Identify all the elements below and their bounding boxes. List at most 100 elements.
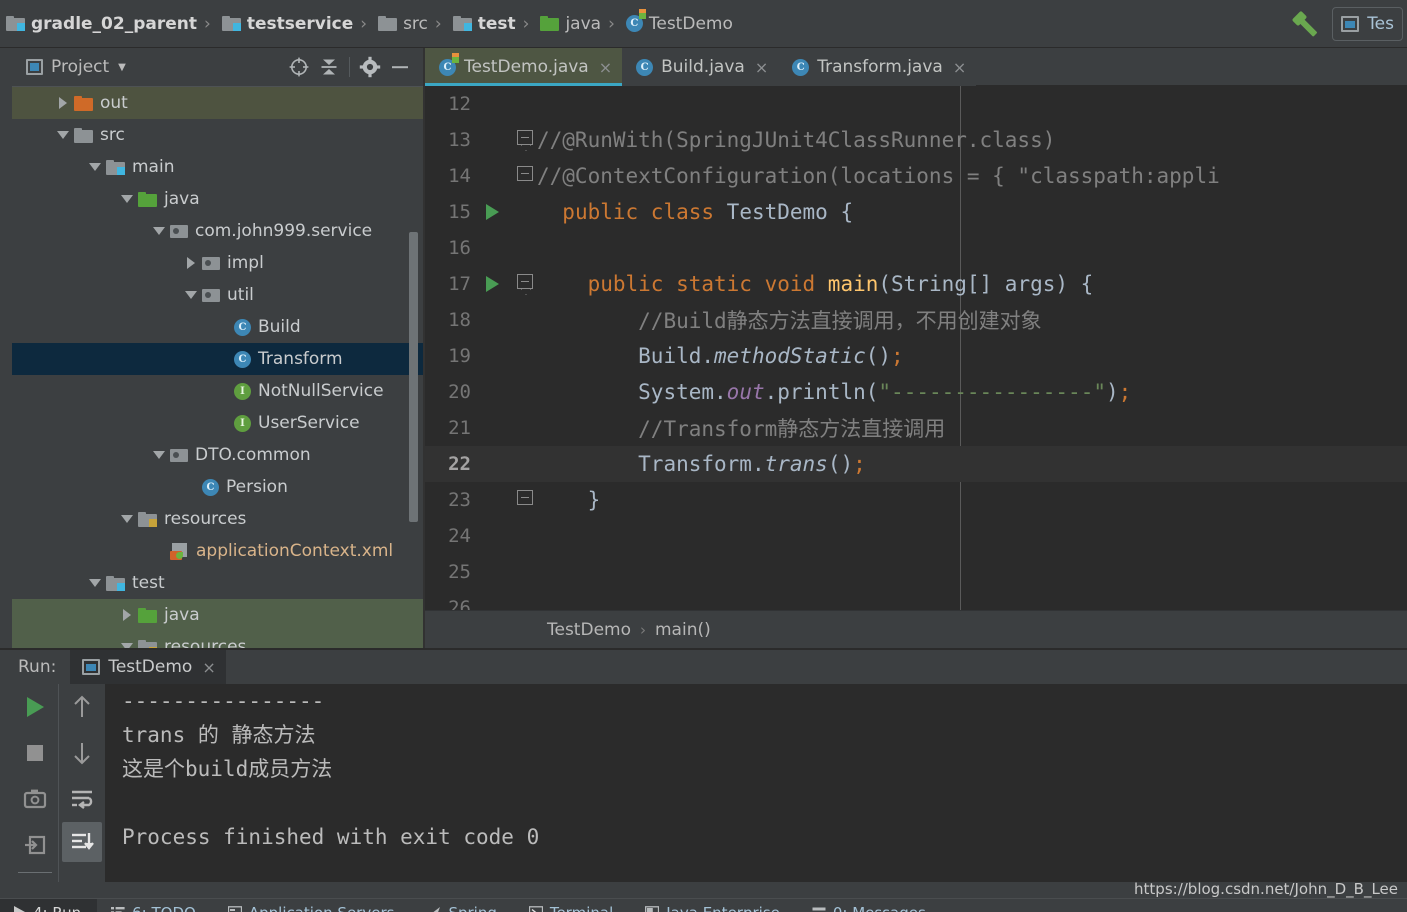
run-gutter-icon[interactable] <box>475 204 509 220</box>
chevron-down-icon[interactable] <box>84 579 106 587</box>
fold-marker-icon[interactable] <box>509 266 537 302</box>
tree-node-out[interactable]: out <box>12 87 423 119</box>
code-token: Build. <box>638 344 715 368</box>
code-line[interactable]: 17 public static void main(String[] args… <box>425 266 1407 302</box>
breadcrumb-item-src[interactable]: src <box>372 0 430 48</box>
code-line[interactable]: 19 Build.methodStatic(); <box>425 338 1407 374</box>
code-line[interactable]: 13 //@RunWith(SpringJUnit4ClassRunner.cla… <box>425 122 1407 158</box>
code-line[interactable]: 12 <box>425 86 1407 122</box>
tree-node-test[interactable]: test <box>12 567 423 599</box>
chevron-right-icon[interactable] <box>180 257 202 269</box>
status-bar-item-terminal[interactable]: Terminal <box>528 899 613 912</box>
chevron-down-icon[interactable]: ▼ <box>118 62 126 73</box>
project-tree-scrollbar[interactable] <box>409 232 418 522</box>
breadcrumb-item-test[interactable]: test <box>447 0 518 48</box>
screenshot-icon[interactable] <box>12 776 58 822</box>
console-output[interactable]: ---------------- trans 的 静态方法 这是个build成员方法… <box>105 684 1407 882</box>
code-line[interactable]: 20 System.out.println("----------------"… <box>425 374 1407 410</box>
tree-node-java[interactable]: java <box>12 183 423 215</box>
close-icon[interactable]: × <box>755 58 768 77</box>
chevron-down-icon[interactable] <box>148 451 170 459</box>
run-tab-testdemo[interactable]: TestDemo × <box>70 650 226 684</box>
status-bar-item-application-servers[interactable]: Application Servers <box>227 899 394 912</box>
chevron-down-icon[interactable] <box>52 131 74 139</box>
settings-gear-icon[interactable] <box>355 52 385 82</box>
status-bar-item-spring[interactable]: Spring <box>426 899 497 912</box>
status-bar-item-java-enterprise[interactable]: Java Enterprise <box>645 899 780 912</box>
chevron-down-icon[interactable] <box>116 195 138 203</box>
tree-node-src[interactable]: src <box>12 119 423 151</box>
export-icon[interactable] <box>12 822 58 868</box>
tree-node-java[interactable]: java <box>12 599 423 631</box>
tree-node-notnullservice[interactable]: I NotNullService <box>12 375 423 407</box>
close-icon[interactable]: × <box>202 658 215 677</box>
code-line[interactable]: 22 Transform.trans(); <box>425 446 1407 482</box>
editor-tab-testdemo-java[interactable]: C TestDemo.java × <box>425 48 623 86</box>
run-configuration-selector[interactable]: Tes <box>1332 7 1403 41</box>
breadcrumb-item-gradle-02-parent[interactable]: gradle_02_parent <box>0 0 199 48</box>
chevron-down-icon[interactable] <box>84 163 106 171</box>
code-line[interactable]: 14 //@ContextConfiguration(locations = { … <box>425 158 1407 194</box>
code-line[interactable]: 16 <box>425 230 1407 266</box>
breadcrumb-class[interactable]: TestDemo <box>547 620 631 640</box>
editor-tab-transform-java[interactable]: C Transform.java × <box>778 48 976 86</box>
close-icon[interactable]: × <box>599 58 612 77</box>
fold-marker-icon[interactable] <box>509 158 537 194</box>
code-line[interactable]: 21 //Transform静态方法直接调用 <box>425 410 1407 446</box>
down-arrow-icon[interactable] <box>59 730 105 776</box>
editor-tab-build-java[interactable]: C Build.java × <box>622 48 778 86</box>
tree-node-build[interactable]: C Build <box>12 311 423 343</box>
fold-marker-icon[interactable] <box>509 122 537 158</box>
code-token: (String[] args) { <box>878 272 1094 296</box>
fold-marker-icon[interactable] <box>509 482 537 518</box>
scroll-to-end-icon[interactable] <box>62 822 102 862</box>
tree-node-main[interactable]: main <box>12 151 423 183</box>
chevron-right-icon[interactable] <box>116 609 138 621</box>
close-icon[interactable]: × <box>953 58 966 77</box>
rerun-icon[interactable] <box>12 684 58 730</box>
hide-icon[interactable] <box>385 52 415 82</box>
status-bar-item-0-messages[interactable]: 0: Messages <box>812 899 926 912</box>
code-area[interactable]: 12 13 //@RunWith(SpringJUnit4ClassRunner.c… <box>425 86 1407 610</box>
code-line[interactable]: 24 <box>425 518 1407 554</box>
chevron-down-icon[interactable] <box>116 515 138 523</box>
console-line: Process finished with exit code 0 <box>122 825 540 849</box>
tree-node-com-john999-service[interactable]: com.john999.service <box>12 215 423 247</box>
code-line[interactable]: 18 //Build静态方法直接调用，不用创建对象 <box>425 302 1407 338</box>
up-arrow-icon[interactable] <box>59 684 105 730</box>
run-gutter-icon[interactable] <box>475 276 509 292</box>
code-token: ; <box>853 452 866 476</box>
tree-node-impl[interactable]: impl <box>12 247 423 279</box>
code-line[interactable]: 25 <box>425 554 1407 590</box>
chevron-right-icon[interactable] <box>52 97 74 109</box>
code-token: methodStatic <box>714 344 866 368</box>
tree-node-util[interactable]: util <box>12 279 423 311</box>
editor: C TestDemo.java × C Build.java × C Transform.ja… <box>425 48 1407 648</box>
collapse-all-icon[interactable] <box>314 52 344 82</box>
tree-node-persion[interactable]: C Persion <box>12 471 423 503</box>
breadcrumb-item-testservice[interactable]: testservice <box>216 0 355 48</box>
class-icon: C <box>792 58 810 76</box>
tree-node-resources[interactable]: resources <box>12 631 423 648</box>
tree-node-dto-common[interactable]: DTO.common <box>12 439 423 471</box>
tree-node-userservice[interactable]: I UserService <box>12 407 423 439</box>
tree-node-resources[interactable]: resources <box>12 503 423 535</box>
chevron-down-icon[interactable] <box>180 291 202 299</box>
stop-icon[interactable] <box>12 730 58 776</box>
tree-node-applicationcontext-xml[interactable]: applicationContext.xml <box>12 535 423 567</box>
breadcrumb-item-testdemo[interactable]: C TestDemo <box>620 0 735 48</box>
tree-node-transform[interactable]: C Transform <box>12 343 423 375</box>
line-number: 25 <box>448 561 471 583</box>
breadcrumb-item-java[interactable]: java <box>534 0 603 48</box>
locate-icon[interactable] <box>284 52 314 82</box>
hammer-icon[interactable] <box>1291 10 1320 38</box>
code-line[interactable]: 15 public class TestDemo { <box>425 194 1407 230</box>
project-tree[interactable]: out src main java com.john999.service impl uti… <box>12 86 423 648</box>
code-line[interactable]: 23 } <box>425 482 1407 518</box>
code-line[interactable]: 26 <box>425 590 1407 610</box>
breadcrumb-method[interactable]: main() <box>655 620 711 640</box>
soft-wrap-icon[interactable] <box>59 776 105 822</box>
chevron-down-icon[interactable] <box>148 227 170 235</box>
status-bar-item-4-run[interactable]: 4: Run <box>0 899 98 912</box>
status-bar-item-6-todo[interactable]: 6: TODO <box>111 899 196 912</box>
